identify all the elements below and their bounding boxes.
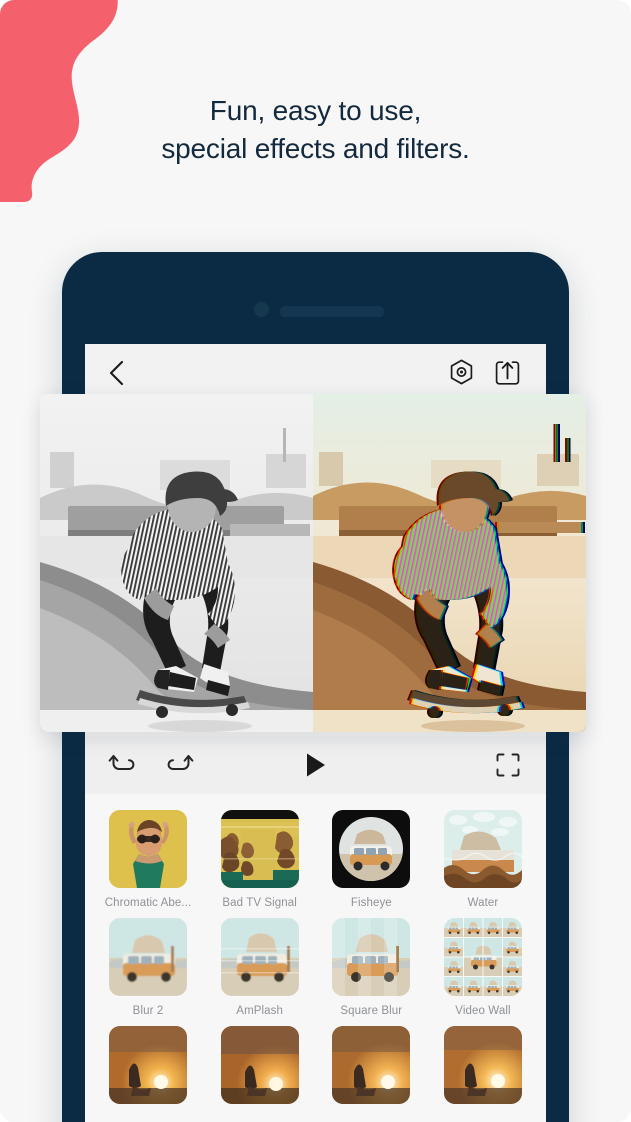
filter-item-amplash[interactable]: AmPlash xyxy=(217,918,303,1017)
filter-label: Water xyxy=(467,897,499,909)
headline-line-1: Fun, easy to use, xyxy=(209,95,422,126)
promo-screenshot: Fun, easy to use, special effects and fi… xyxy=(0,0,631,1122)
filter-label: Square Blur xyxy=(340,1005,403,1017)
filter-label: Blur 2 xyxy=(132,1005,164,1017)
filter-thumbnail xyxy=(443,918,522,996)
app-topbar xyxy=(85,344,546,401)
filter-thumbnail xyxy=(332,810,411,888)
back-button[interactable] xyxy=(107,356,137,390)
filter-item-sunset-2[interactable] xyxy=(217,1026,303,1113)
filter-label: Bad TV Signal xyxy=(222,897,297,909)
filter-thumbnail xyxy=(109,1026,187,1104)
filter-thumbnail xyxy=(109,918,187,996)
filter-grid[interactable]: Chromatic Abe... Bad TV Signal Fisheye W… xyxy=(85,794,546,1122)
preview-pane-filtered xyxy=(313,394,586,732)
filter-thumbnail xyxy=(443,810,522,888)
speaker-grille-icon xyxy=(280,306,384,317)
filter-label: Fisheye xyxy=(350,897,392,909)
preview-card[interactable] xyxy=(40,394,586,732)
settings-button[interactable] xyxy=(444,356,478,390)
filter-thumbnail xyxy=(443,1026,522,1104)
fullscreen-button[interactable] xyxy=(486,743,530,787)
filter-thumbnail xyxy=(220,1026,299,1104)
filter-row: Blur 2 AmPlash Square Blur Video Wall xyxy=(105,918,526,1017)
filter-label: Video Wall xyxy=(455,1005,511,1017)
play-button[interactable] xyxy=(293,742,339,788)
filter-thumbnail xyxy=(220,810,299,888)
filter-item-sunset-4[interactable] xyxy=(440,1026,526,1113)
filter-row: Chromatic Abe... Bad TV Signal Fisheye W… xyxy=(105,810,526,909)
filter-item-bad-tv-signal[interactable]: Bad TV Signal xyxy=(217,810,303,909)
filter-thumbnail xyxy=(332,918,411,996)
filter-item-square-blur[interactable]: Square Blur xyxy=(328,918,414,1017)
redo-button[interactable] xyxy=(157,742,203,788)
camera-dot-icon xyxy=(254,302,269,317)
red-blob xyxy=(0,0,140,202)
preview-pane-original xyxy=(40,394,313,732)
filter-item-blur-2[interactable]: Blur 2 xyxy=(105,918,191,1017)
undo-button[interactable] xyxy=(99,742,145,788)
export-button[interactable] xyxy=(490,356,524,390)
filter-row xyxy=(105,1026,526,1113)
filter-thumbnail xyxy=(109,810,187,888)
filter-label: AmPlash xyxy=(236,1005,284,1017)
filter-item-sunset-1[interactable] xyxy=(105,1026,191,1113)
filter-item-sunset-3[interactable] xyxy=(328,1026,414,1113)
filter-item-chromatic-aberration[interactable]: Chromatic Abe... xyxy=(105,810,191,909)
filter-label: Chromatic Abe... xyxy=(104,897,192,909)
edit-toolbar xyxy=(85,736,546,794)
filter-item-water[interactable]: Water xyxy=(440,810,526,909)
filter-item-fisheye[interactable]: Fisheye xyxy=(328,810,414,909)
filter-item-video-wall[interactable]: Video Wall xyxy=(440,918,526,1017)
filter-thumbnail xyxy=(332,1026,411,1104)
filter-thumbnail xyxy=(220,918,299,996)
